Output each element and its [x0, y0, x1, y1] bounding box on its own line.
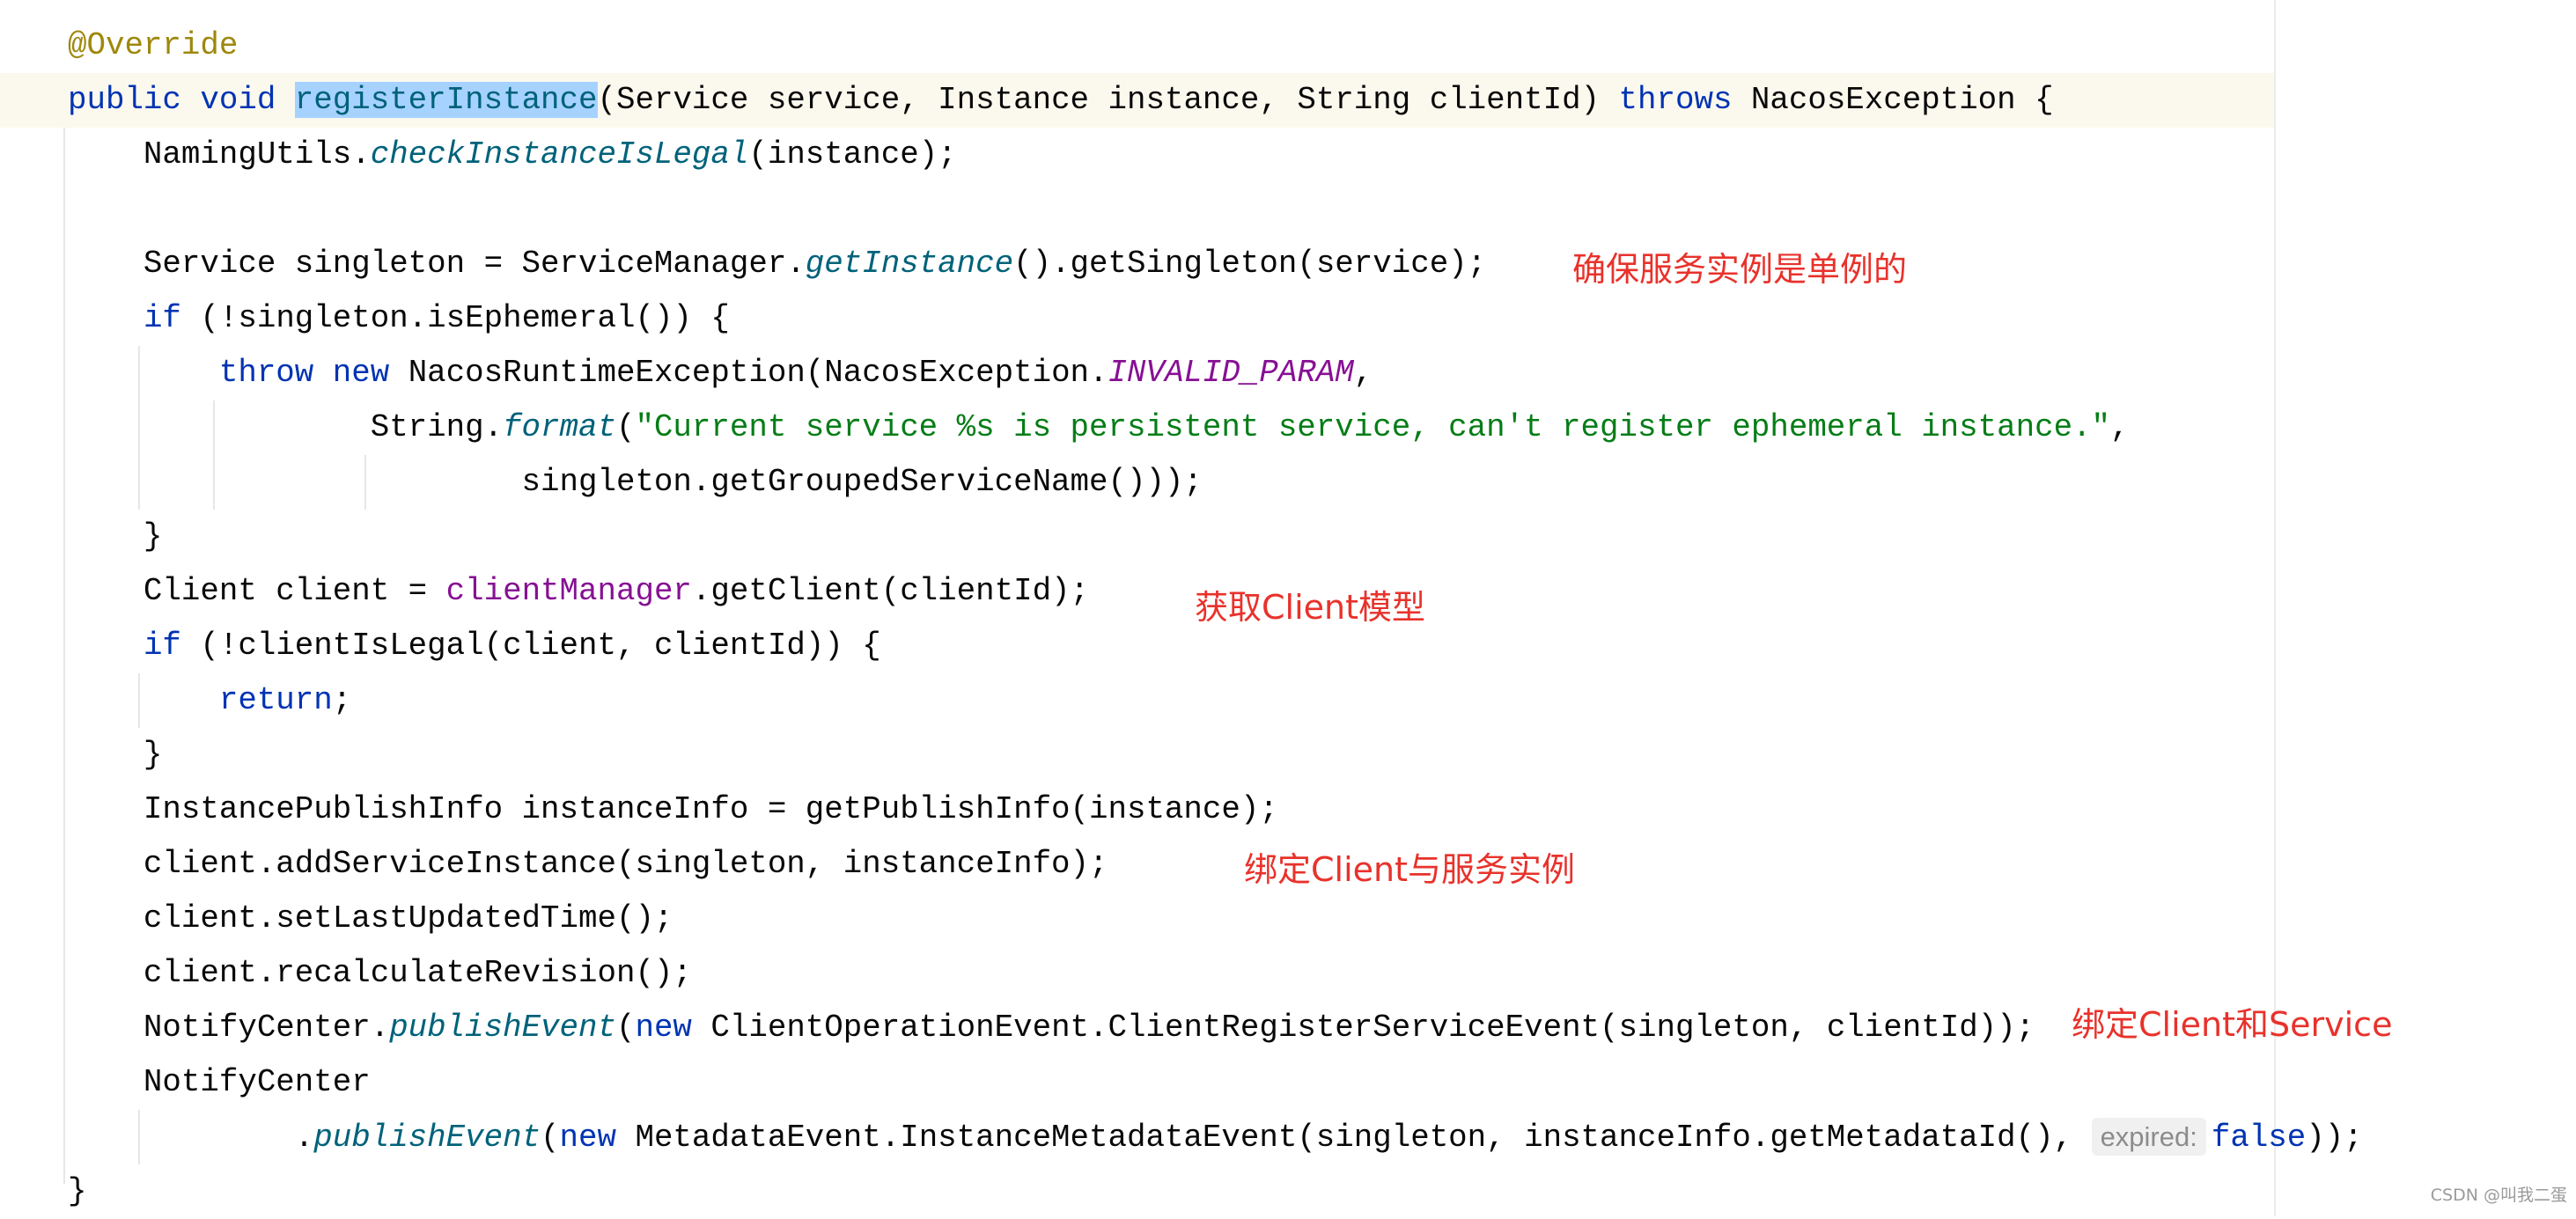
code-line[interactable]: .publishEvent(new MetadataEvent.Instance… — [68, 1110, 2363, 1164]
code-token: format — [503, 409, 616, 445]
code-token: } — [68, 518, 163, 554]
code-token: "Current service %s is persistent servic… — [635, 409, 2111, 445]
annotation-note: 确保服务实例是单例的 — [1572, 250, 1908, 289]
code-token: , — [2110, 409, 2130, 445]
code-token: Service singleton = ServiceManager. — [68, 246, 806, 282]
code-line[interactable]: } — [68, 728, 163, 782]
code-token: new — [559, 1120, 616, 1156]
code-line[interactable]: throw new NacosRuntimeException(NacosExc… — [68, 346, 1373, 400]
code-token: String. — [68, 409, 504, 445]
code-line[interactable]: } — [68, 510, 163, 564]
code-token: publishEvent — [313, 1120, 541, 1156]
code-line[interactable]: Client client = clientManager.getClient(… — [68, 564, 1089, 619]
code-token: InstancePublishInfo instanceInfo = getPu… — [68, 791, 1278, 827]
code-token: public — [68, 82, 181, 118]
code-token: (!singleton.isEphemeral()) { — [180, 300, 730, 336]
code-line[interactable]: return; — [68, 673, 351, 728]
code-line[interactable]: } — [68, 1164, 86, 1219]
code-token: client.recalculateRevision(); — [68, 955, 692, 991]
code-token: )); — [2306, 1120, 2363, 1156]
code-line[interactable]: client.addServiceInstance(singleton, ins… — [68, 837, 1108, 892]
code-token: if — [143, 300, 181, 336]
code-token: NotifyCenter — [68, 1064, 371, 1100]
code-token: throw — [218, 355, 314, 391]
code-token: MetadataEvent.InstanceMetadataEvent(sing… — [615, 1120, 2092, 1156]
code-token: (Service service, Instance instance, Str… — [597, 82, 1619, 118]
code-token: @Override — [68, 27, 239, 63]
code-token: NacosException { — [1732, 82, 2054, 118]
code-token: ( — [615, 409, 636, 445]
code-token: clientManager — [445, 573, 692, 609]
code-token: } — [68, 737, 163, 773]
code-editor[interactable]: @Override public void registerInstance(Se… — [0, 0, 2576, 1216]
code-token: publishEvent — [389, 1010, 616, 1046]
code-token: checkInstanceIsLegal — [370, 136, 749, 173]
code-line[interactable]: InstancePublishInfo instanceInfo = getPu… — [68, 782, 1278, 837]
code-token: return — [218, 682, 333, 718]
code-token: singleton.getGroupedServiceName())); — [68, 464, 1203, 500]
code-line[interactable]: if (!singleton.isEphemeral()) { — [68, 291, 730, 346]
code-token: NacosRuntimeException(NacosException. — [389, 355, 1108, 391]
code-line[interactable]: client.recalculateRevision(); — [68, 946, 692, 1001]
code-token: ( — [541, 1120, 560, 1156]
code-token: NamingUtils. — [68, 136, 371, 173]
code-line[interactable]: public void registerInstance(Service ser… — [68, 73, 2054, 128]
code-token: . — [68, 1120, 314, 1156]
code-token: INVALID_PARAM — [1108, 355, 1354, 391]
selected-method-name: registerInstance — [294, 82, 598, 118]
code-line[interactable]: String.format("Current service %s is per… — [68, 400, 2130, 455]
code-line[interactable]: if (!clientIsLegal(client, clientId)) { — [68, 619, 881, 673]
code-line[interactable]: singleton.getGroupedServiceName())); — [68, 455, 1203, 510]
code-line[interactable]: client.setLastUpdatedTime(); — [68, 892, 673, 946]
code-token: ().getSingleton(service); — [1013, 246, 1487, 282]
code-token: Client client = — [68, 573, 446, 609]
code-token: , — [1353, 355, 1373, 391]
code-token: ; — [332, 682, 352, 718]
code-token: client.setLastUpdatedTime(); — [68, 900, 673, 936]
annotation-note: 绑定Client和Service — [2072, 1005, 2393, 1044]
code-token: new — [332, 355, 390, 391]
code-token: void — [200, 82, 276, 118]
code-token: getInstance — [805, 246, 1014, 282]
annotation-note: 获取Client模型 — [1195, 588, 1426, 627]
code-token: NotifyCenter. — [68, 1010, 390, 1046]
code-line[interactable]: @Override — [68, 18, 238, 73]
code-token: } — [68, 1173, 87, 1209]
code-token: if — [143, 628, 181, 664]
code-line[interactable]: NotifyCenter — [68, 1055, 371, 1110]
watermark: CSDN @叫我二蛋 — [2430, 1186, 2567, 1205]
code-token: ClientOperationEvent.ClientRegisterServi… — [691, 1010, 2035, 1046]
code-token: (!clientIsLegal(client, clientId)) { — [180, 628, 881, 664]
code-token: throws — [1618, 82, 1733, 118]
code-line[interactable]: NotifyCenter.publishEvent(new ClientOper… — [68, 1001, 2035, 1055]
code-token: false — [2211, 1120, 2307, 1156]
code-line[interactable]: Service singleton = ServiceManager.getIn… — [68, 237, 1486, 291]
indent-guide — [63, 128, 65, 1184]
code-token: client.addServiceInstance(singleton, ins… — [68, 846, 1108, 882]
annotation-note: 绑定Client与服务实例 — [1244, 850, 1576, 889]
code-token: (instance); — [748, 136, 957, 173]
code-token: new — [635, 1010, 692, 1046]
code-token: .getClient(clientId); — [691, 573, 1090, 609]
code-token: ( — [615, 1010, 636, 1046]
parameter-hint: expired: — [2091, 1118, 2206, 1156]
code-line[interactable]: NamingUtils.checkInstanceIsLegal(instanc… — [68, 128, 957, 182]
